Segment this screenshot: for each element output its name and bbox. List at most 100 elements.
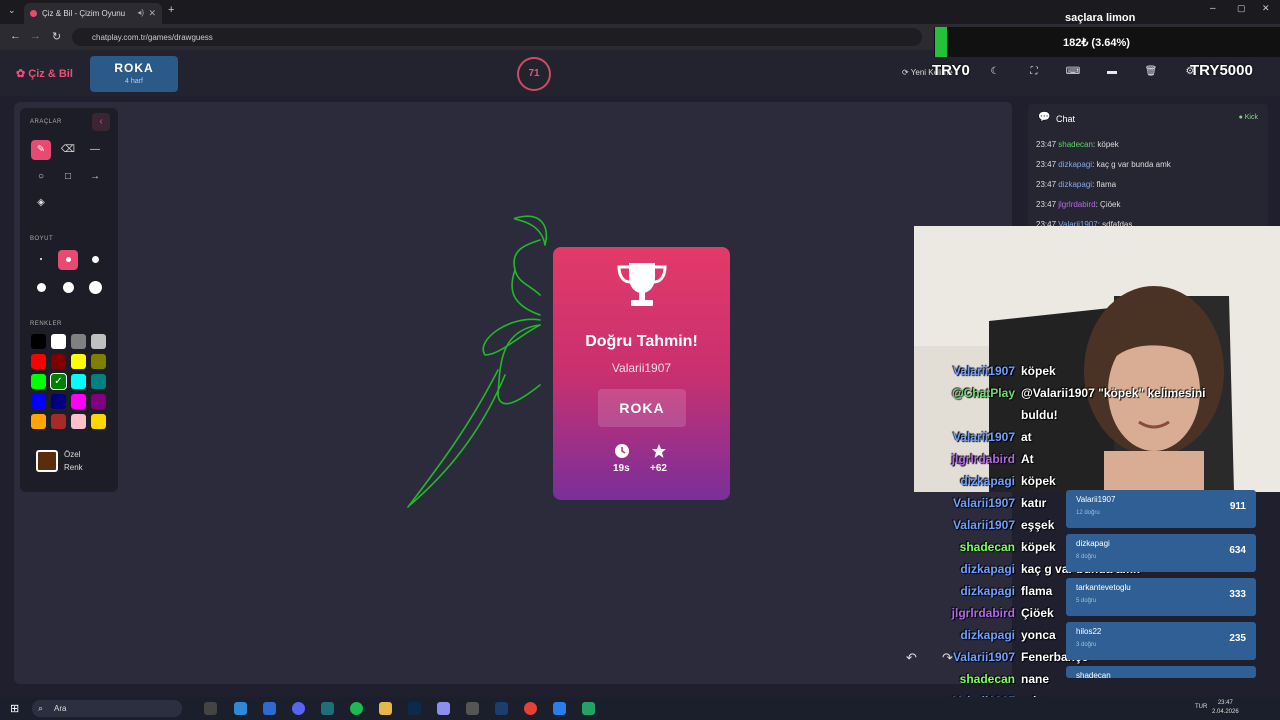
color-swatch[interactable] [71,394,86,409]
spotify-icon[interactable] [350,702,363,715]
color-swatch[interactable] [91,334,106,349]
color-swatch[interactable] [31,354,46,369]
overlay-chat-user: Valarii1907 [952,518,1015,532]
discord-icon[interactable] [292,702,305,715]
chat-message-user[interactable]: dizkapagi [1058,160,1092,169]
custom-color-label[interactable]: Özel Renk [64,448,83,474]
new-tab-icon[interactable]: + [168,4,174,16]
chat-message-user[interactable]: shadecan [1058,140,1093,149]
custom-color-swatch[interactable] [36,450,58,472]
trophy-icon [617,263,667,306]
mute-icon[interactable]: ◂) [137,8,144,17]
size-5-button[interactable] [58,278,78,298]
color-swatch[interactable] [91,414,106,429]
leaderboard-score: 634 [1229,545,1246,556]
app-icon-11[interactable] [495,702,508,715]
windows-start-icon[interactable]: ⊞ [10,702,19,715]
color-swatch[interactable] [51,354,66,369]
fullscreen-icon[interactable]: ⛶ [1023,66,1045,82]
overlay-chat-message: at [1021,430,1032,444]
window-close-icon[interactable]: ✕ [1262,3,1270,14]
app-icon-13[interactable] [553,702,566,715]
eraser-tool-button[interactable]: ⌫ [58,140,78,160]
arrow-tool-button[interactable]: → [85,167,105,187]
pen-tool-button[interactable]: ✎ [31,140,51,160]
fill-screen-icon[interactable]: ▬ [1101,66,1123,82]
rectangle-tool-button[interactable]: □ [58,167,78,187]
color-swatch[interactable] [91,354,106,369]
color-swatch[interactable] [31,394,46,409]
color-swatch[interactable] [71,354,86,369]
fill-tool-button[interactable]: ◈ [31,193,51,213]
forward-icon[interactable]: → [30,30,41,42]
overlay-chat-user: @ChatPlay [951,386,1015,400]
folder-icon[interactable] [379,702,392,715]
card-time: 19s [613,463,630,474]
store-icon[interactable] [263,702,276,715]
color-swatch[interactable] [91,394,106,409]
photoshop-icon[interactable] [408,702,421,715]
maximize-icon[interactable]: ▢ [1237,3,1246,14]
color-swatch[interactable] [31,374,46,389]
overlay-chat-user: Valarii1907 [952,364,1015,378]
tab-list-icon[interactable]: ⌄ [8,5,16,16]
clock[interactable]: 23:47 2.04.2026 [1212,699,1239,717]
color-swatch[interactable] [51,334,66,349]
size-4-button[interactable] [31,278,51,298]
task-view-icon[interactable] [204,702,217,715]
size-2-button[interactable] [58,250,78,270]
size-3-button[interactable] [85,250,105,270]
url-field[interactable]: chatplay.com.tr/games/drawguess [72,28,922,46]
overlay-chat-user: jlgrlrdabird [951,452,1015,466]
chrome-icon[interactable] [524,702,537,715]
color-swatch[interactable] [51,394,66,409]
color-swatch[interactable] [71,374,86,389]
browser-tab[interactable]: Çiz & Bil - Çizim Oyunu ◂) ✕ [24,3,162,24]
chat-message-user[interactable]: dizkapagi [1058,180,1092,189]
minimize-icon[interactable]: – [1210,3,1216,14]
overlay-chat-message: yonca [1021,628,1056,642]
drawing-strokes [407,215,547,508]
app-icon-5[interactable] [321,702,334,715]
color-swatch[interactable] [91,374,106,389]
circle-tool-button[interactable]: ○ [31,167,51,187]
overlay-chat-user: dizkapagi [960,584,1015,598]
chat-message-text: : flama [1092,180,1117,189]
app-icon-14[interactable] [582,702,595,715]
color-swatch[interactable] [31,414,46,429]
trash-icon[interactable]: 🗑 [1140,66,1162,82]
taskbar-search[interactable]: ⌕ Ara [32,700,182,717]
color-swatch[interactable] [71,414,86,429]
reload-icon[interactable]: ↻ [52,30,61,43]
color-swatch[interactable] [51,414,66,429]
clock-date: 2.04.2026 [1212,709,1239,715]
overlay-chat-message: At [1021,452,1034,466]
brand-logo[interactable]: ✿ Çiz & Bil [16,67,73,80]
app-icon-9[interactable] [437,702,450,715]
tab-favicon-icon [30,10,37,17]
dark-mode-icon[interactable]: ☾ [984,66,1006,82]
chat-message-time: 23:47 [1036,180,1059,189]
edge-icon[interactable] [234,702,247,715]
size-6-button[interactable] [85,278,105,298]
close-tab-icon[interactable]: ✕ [148,8,156,19]
leaderboard-row: shadecan [1066,666,1256,680]
collapse-panel-button[interactable]: ‹ [92,113,110,131]
clock-icon [615,444,629,458]
language-indicator[interactable]: TUR [1195,704,1207,710]
color-swatch[interactable] [31,334,46,349]
overlay-chat-message: köpek [1021,474,1056,488]
undo-icon[interactable]: ↶ [906,650,917,666]
size-1-button[interactable] [31,250,51,270]
redo-icon[interactable]: ↷ [942,650,953,666]
color-swatch[interactable]: ✓ [50,373,67,390]
back-icon[interactable]: ← [10,30,21,42]
chat-message-user[interactable]: jlgrlrdabird [1058,200,1095,209]
line-tool-button[interactable]: — [85,140,105,160]
correct-guess-card: Doğru Tahmin! Valarii1907 ROKA 19s +62 [553,247,730,500]
app-icon-10[interactable] [466,702,479,715]
leaderboard-name: hilos22 [1076,627,1102,636]
color-swatch[interactable] [71,334,86,349]
keyboard-icon[interactable]: ⌨ [1062,66,1084,82]
custom-color-label-2: Renk [64,463,83,472]
